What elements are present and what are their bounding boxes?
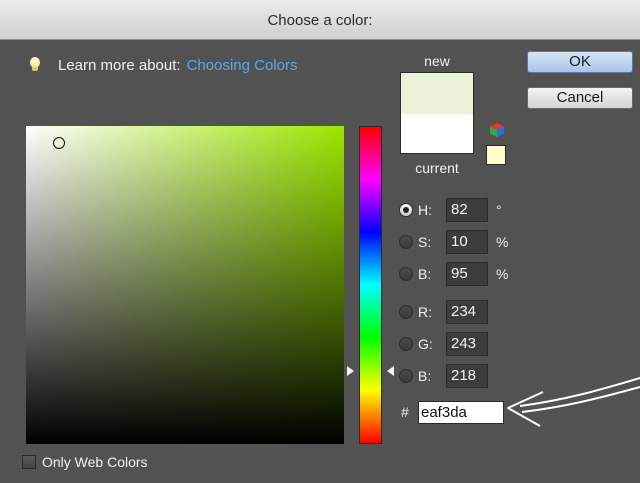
choosing-colors-link[interactable]: Choosing Colors: [187, 57, 298, 74]
only-web-colors-label: Only Web Colors: [42, 454, 148, 470]
saturation-label: S:: [418, 234, 432, 250]
saturation-row: S: 10 %: [399, 230, 508, 254]
window-title: Choose a color:: [267, 12, 373, 29]
blue-input[interactable]: 218: [446, 364, 488, 388]
hue-slider-right-handle[interactable]: [387, 366, 394, 376]
saturation-radio[interactable]: [399, 235, 413, 249]
hue-unit: °: [496, 202, 502, 218]
hue-slider[interactable]: [359, 126, 382, 444]
brightness-input[interactable]: 95: [446, 262, 488, 286]
hex-symbol: #: [401, 404, 409, 420]
hue-label: H:: [418, 202, 432, 218]
color-cube-icon[interactable]: [489, 122, 505, 138]
web-safe-swatch[interactable]: [486, 145, 506, 165]
green-input[interactable]: 243: [446, 332, 488, 356]
hue-input[interactable]: 82: [446, 198, 488, 222]
help-prefix: Learn more about:: [58, 56, 181, 74]
brightness-row: B: 95 %: [399, 262, 508, 286]
title-bar: Choose a color:: [0, 0, 640, 40]
current-color-swatch[interactable]: [401, 114, 473, 153]
brightness-label: B:: [418, 266, 432, 282]
saturation-brightness-field[interactable]: [26, 126, 344, 444]
help-row: Learn more about: Choosing Colors: [28, 55, 297, 75]
new-color-swatch: [401, 73, 473, 114]
blue-label: B:: [418, 368, 432, 384]
red-label: R:: [418, 304, 432, 320]
brightness-unit: %: [496, 266, 509, 282]
color-preview-swatch: [400, 72, 474, 154]
only-web-colors-checkbox[interactable]: [22, 455, 36, 469]
cancel-button[interactable]: Cancel: [527, 87, 633, 109]
saturation-input[interactable]: 10: [446, 230, 488, 254]
hue-radio[interactable]: [399, 203, 413, 217]
hex-input[interactable]: [418, 400, 504, 424]
lightbulb-icon: [28, 56, 42, 74]
current-color-label: current: [415, 160, 459, 176]
hue-row: H: 82 °: [399, 198, 502, 222]
red-input[interactable]: 234: [446, 300, 488, 324]
blue-row: B: 218: [399, 364, 488, 388]
green-row: G: 243: [399, 332, 488, 356]
hue-slider-left-handle[interactable]: [347, 366, 354, 376]
color-field-cursor[interactable]: [53, 137, 65, 149]
brightness-radio[interactable]: [399, 267, 413, 281]
hex-row: #: [401, 400, 504, 424]
green-label: G:: [418, 336, 433, 352]
green-radio[interactable]: [399, 337, 413, 351]
saturation-unit: %: [496, 234, 509, 250]
ok-button[interactable]: OK: [527, 51, 633, 73]
new-color-label: new: [424, 53, 450, 69]
blue-radio[interactable]: [399, 369, 413, 383]
only-web-colors-option[interactable]: Only Web Colors: [22, 454, 148, 470]
red-row: R: 234: [399, 300, 488, 324]
red-radio[interactable]: [399, 305, 413, 319]
color-picker-dialog: Choose a color: Learn more about: Choosi…: [0, 0, 640, 483]
